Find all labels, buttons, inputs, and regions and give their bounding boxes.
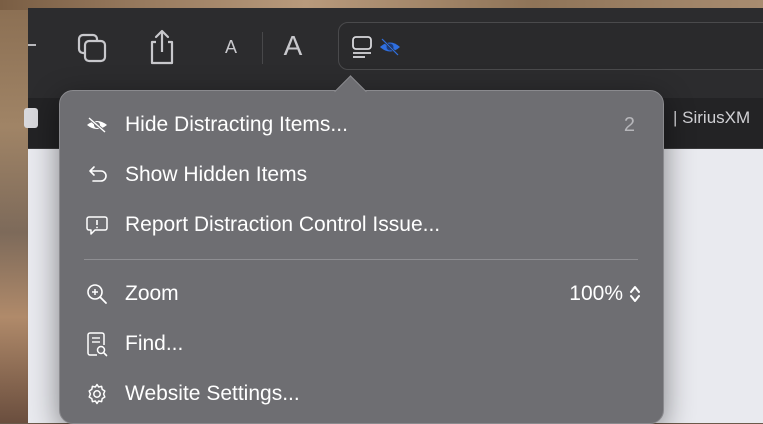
menu-item-show-hidden[interactable]: Show Hidden Items	[74, 155, 649, 195]
gear-icon	[84, 381, 110, 407]
menu-item-website-settings[interactable]: Website Settings...	[74, 374, 649, 414]
increase-font-button[interactable]: A	[276, 26, 310, 66]
toolbar: A A	[28, 8, 763, 98]
tab-favicon	[24, 108, 38, 128]
menu-divider	[84, 259, 638, 260]
menu-item-zoom[interactable]: Zoom 100%	[74, 274, 649, 314]
toolbar-separator	[262, 32, 263, 64]
report-bubble-icon	[84, 212, 110, 238]
zoom-stepper[interactable]: 100%	[569, 282, 641, 306]
eye-slash-icon	[84, 112, 110, 138]
menu-item-label: Find...	[125, 332, 184, 355]
menu-item-report-issue[interactable]: Report Distraction Control Issue...	[74, 205, 649, 245]
page-menu-popover: Hide Distracting Items... 2 Show Hidden …	[59, 90, 664, 424]
menu-item-label: Zoom	[125, 282, 179, 305]
menu-item-label: Report Distraction Control Issue...	[125, 213, 441, 236]
find-icon	[84, 331, 110, 357]
zoom-icon	[84, 281, 110, 307]
hide-distractions-icon[interactable]	[379, 37, 401, 57]
toolbar-edge-dash	[28, 36, 38, 56]
menu-item-hide-distracting[interactable]: Hide Distracting Items... 2	[74, 105, 649, 145]
menu-item-label: Website Settings...	[125, 382, 300, 405]
tab-title[interactable]: | SiriusXM	[673, 108, 750, 128]
zoom-value: 100%	[569, 282, 623, 305]
menu-item-label: Show Hidden Items	[125, 163, 308, 186]
address-bar[interactable]	[338, 22, 763, 70]
stepper-chevrons-icon	[629, 284, 641, 304]
decrease-font-button[interactable]: A	[218, 30, 244, 64]
share-button[interactable]	[142, 26, 182, 68]
share-icon	[147, 28, 177, 66]
menu-item-label: Hide Distracting Items...	[125, 113, 348, 136]
menu-item-find[interactable]: Find...	[74, 324, 649, 364]
tab-overview-button[interactable]	[72, 28, 112, 68]
reader-icon[interactable]	[351, 35, 375, 59]
distracting-items-count: 2	[623, 113, 635, 136]
undo-arrow-icon	[84, 162, 110, 188]
tab-overview-icon	[75, 31, 109, 65]
